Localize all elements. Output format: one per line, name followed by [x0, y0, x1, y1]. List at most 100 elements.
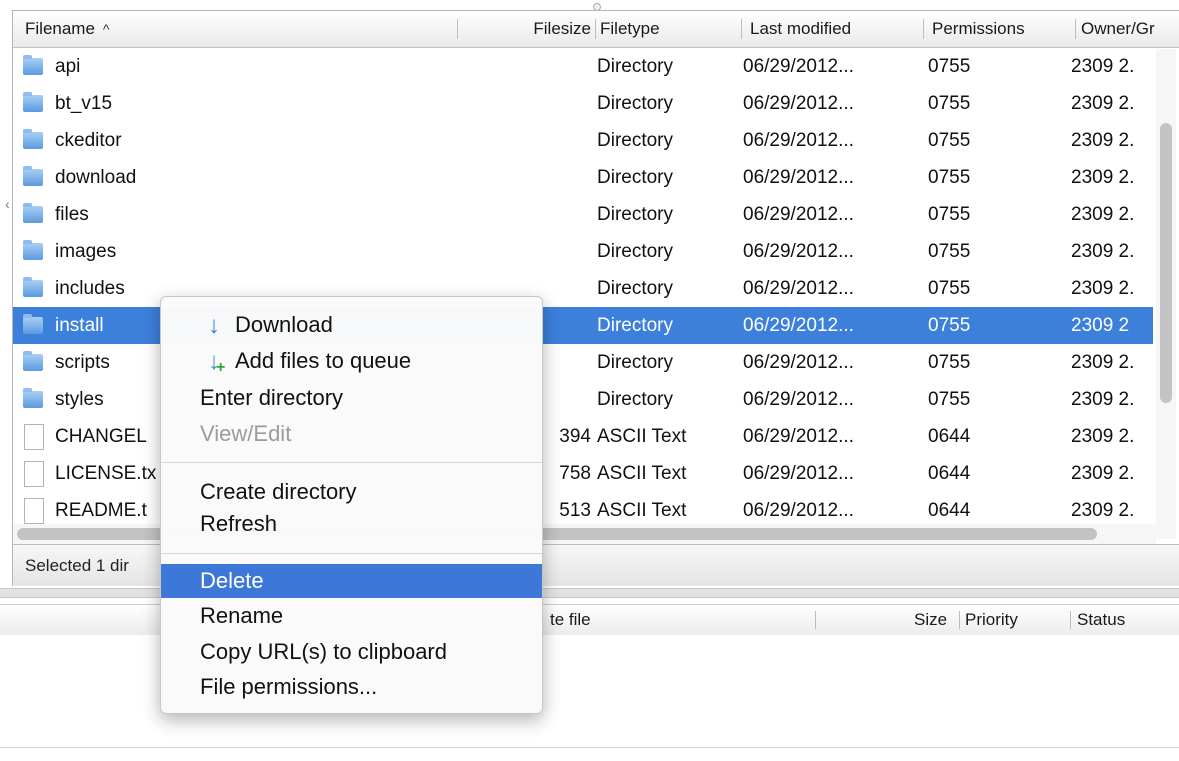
menu-item-create-directory[interactable]: Create directory	[161, 475, 542, 509]
cell-owner-group: 2309 2.	[1071, 204, 1135, 225]
folder-icon	[23, 203, 43, 223]
cell-last-modified: 06/29/2012...	[743, 426, 854, 447]
table-row[interactable]: ckeditor Directory 06/29/2012... 0755 2309 2…	[13, 122, 1153, 159]
col-size[interactable]: Size	[914, 605, 947, 635]
cell-permissions: 0755	[928, 241, 971, 262]
menu-item-download[interactable]: ↓ Download	[161, 308, 542, 342]
cell-permissions: 0755	[928, 204, 971, 225]
folder-icon	[23, 388, 43, 408]
cell-owner-group: 2309 2.	[1071, 352, 1135, 373]
cell-last-modified: 06/29/2012...	[743, 56, 854, 77]
queue-divider	[0, 747, 1179, 748]
folder-icon	[23, 277, 43, 297]
column-divider[interactable]	[741, 19, 742, 39]
col-last-modified[interactable]: Last modified	[750, 11, 920, 47]
vertical-scrollbar[interactable]	[1156, 49, 1176, 539]
cell-permissions: 0755	[928, 167, 971, 188]
folder-icon	[23, 166, 43, 186]
col-filetype[interactable]: Filetype	[600, 11, 740, 47]
cell-last-modified: 06/29/2012...	[743, 167, 854, 188]
folder-icon	[23, 92, 43, 112]
menu-separator	[161, 553, 542, 554]
col-status[interactable]: Status	[1077, 605, 1125, 635]
col-filesize[interactable]: Filesize	[461, 11, 591, 47]
cell-filetype: Directory	[597, 130, 674, 151]
cell-permissions: 0755	[928, 56, 971, 77]
cell-filesize	[461, 159, 595, 196]
column-divider[interactable]	[595, 19, 596, 39]
file-icon	[24, 461, 44, 487]
cell-filetype: Directory	[597, 93, 674, 114]
menu-item-add-to-queue[interactable]: ↓ + Add files to queue	[161, 344, 542, 378]
column-divider[interactable]	[457, 19, 458, 39]
cell-permissions: 0755	[928, 352, 971, 373]
cell-filename: bt_v15	[55, 93, 113, 114]
cell-filetype: Directory	[597, 204, 674, 225]
cell-last-modified: 06/29/2012...	[743, 204, 854, 225]
folder-icon	[23, 55, 43, 75]
cell-filetype: Directory	[597, 167, 674, 188]
context-menu: ↓ Download ↓ + Add files to queue Enter d…	[160, 296, 543, 714]
cell-permissions: 0644	[928, 463, 971, 484]
folder-icon	[23, 314, 43, 334]
column-divider[interactable]	[959, 611, 960, 629]
cell-last-modified: 06/29/2012...	[743, 93, 854, 114]
cell-filetype: Directory	[597, 352, 674, 373]
column-divider[interactable]	[1075, 19, 1076, 39]
cell-filetype: Directory	[597, 56, 674, 77]
column-divider[interactable]	[923, 19, 924, 39]
download-arrow-icon: ↓	[208, 312, 220, 339]
file-list-header: Filename ^ Filesize Filetype Last modifie…	[13, 11, 1179, 48]
col-permissions[interactable]: Permissions	[932, 11, 1072, 47]
file-icon	[24, 424, 44, 450]
menu-item-label: Download	[235, 312, 333, 337]
menu-item-copy-url[interactable]: Copy URL(s) to clipboard	[161, 635, 542, 669]
menu-item-view-edit: View/Edit	[200, 421, 292, 446]
cell-last-modified: 06/29/2012...	[743, 352, 854, 373]
col-priority[interactable]: Priority	[965, 605, 1018, 635]
cell-permissions: 0755	[928, 130, 971, 151]
vertical-scroll-thumb[interactable]	[1160, 123, 1172, 403]
cell-last-modified: 06/29/2012...	[743, 315, 854, 336]
add-to-queue-icon: ↓ +	[208, 348, 226, 376]
cell-filesize	[461, 85, 595, 122]
cell-filetype: ASCII Text	[597, 463, 687, 484]
cell-owner-group: 2309 2.	[1071, 389, 1135, 410]
cell-filetype: Directory	[597, 315, 674, 336]
left-edge-marker: ‹	[5, 196, 10, 212]
cell-owner-group: 2309 2.	[1071, 463, 1135, 484]
menu-item-delete[interactable]: Delete	[161, 564, 542, 598]
menu-item-enter-directory[interactable]: Enter directory	[161, 381, 542, 415]
folder-icon	[23, 351, 43, 371]
cell-filename: images	[55, 241, 117, 262]
cell-last-modified: 06/29/2012...	[743, 278, 854, 299]
cell-permissions: 0755	[928, 389, 971, 410]
cell-owner-group: 2309 2.	[1071, 56, 1135, 77]
cell-owner-group: 2309 2.	[1071, 278, 1135, 299]
cell-filesize	[461, 233, 595, 270]
sort-ascending-icon: ^	[102, 21, 110, 37]
col-owner-group[interactable]: Owner/Gr	[1081, 11, 1179, 47]
table-row[interactable]: api Directory 06/29/2012... 0755 2309 2.	[13, 48, 1153, 85]
cell-last-modified: 06/29/2012...	[743, 241, 854, 262]
folder-icon	[23, 240, 43, 260]
col-remote-file[interactable]: te file	[550, 605, 591, 635]
column-divider[interactable]	[815, 611, 816, 629]
cell-permissions: 0755	[928, 93, 971, 114]
cell-permissions: 0755	[928, 278, 971, 299]
table-row[interactable]: files Directory 06/29/2012... 0755 2309 2.	[13, 196, 1153, 233]
cell-filename: ckeditor	[55, 130, 122, 151]
menu-item-file-permissions[interactable]: File permissions...	[161, 670, 542, 704]
col-filename[interactable]: Filename ^	[25, 11, 455, 47]
selection-status-text: Selected 1 dir	[25, 556, 129, 575]
menu-item-rename[interactable]: Rename	[161, 599, 542, 633]
cell-filesize	[461, 48, 595, 85]
menu-item-refresh[interactable]: Refresh	[161, 507, 542, 541]
cell-last-modified: 06/29/2012...	[743, 130, 854, 151]
table-row[interactable]: bt_v15 Directory 06/29/2012... 0755 2309 2.	[13, 85, 1153, 122]
column-divider[interactable]	[1070, 611, 1071, 629]
cell-filesize	[461, 196, 595, 233]
table-row[interactable]: images Directory 06/29/2012... 0755 2309 2.	[13, 233, 1153, 270]
cell-filetype: Directory	[597, 389, 674, 410]
table-row[interactable]: download Directory 06/29/2012... 0755 2309 2…	[13, 159, 1153, 196]
